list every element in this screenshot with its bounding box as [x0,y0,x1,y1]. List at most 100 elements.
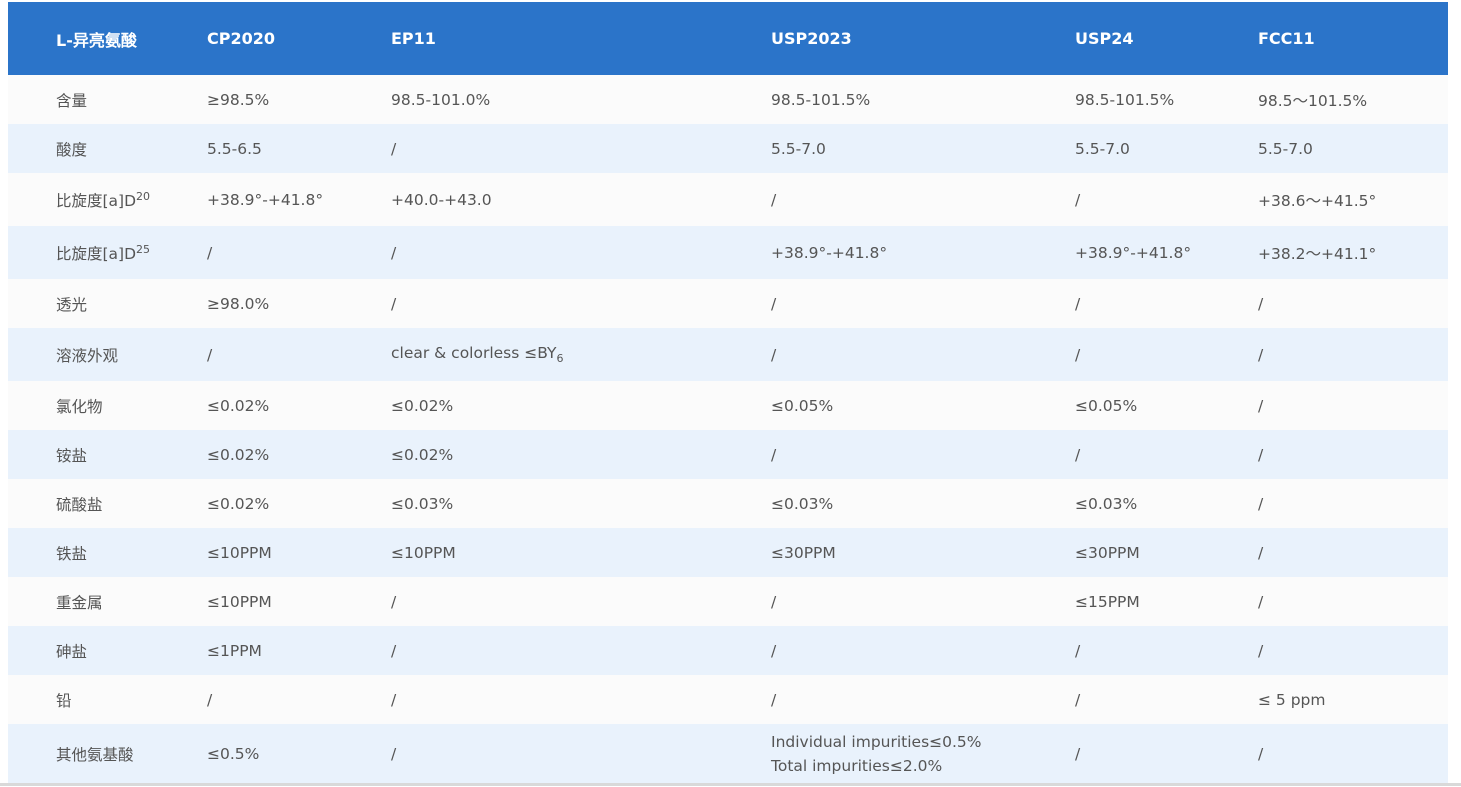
table-cell: ≤0.02% [391,445,454,464]
table-cell: / [1258,745,1264,763]
table-row: 溶液外观 / clear & colorless ≤BY6 / / / [8,328,1448,381]
table-cell: / [391,294,397,313]
table-cell: / [771,592,777,611]
table-row: 铵盐 ≤0.02% ≤0.02% / / / [8,430,1448,479]
table-cell: / [1075,690,1081,709]
table-cell: / [771,445,777,464]
table-cell: 5.5-7.0 [1258,139,1313,158]
header-cell: FCC11 [1258,29,1315,48]
header-cell: EP11 [391,29,436,48]
table-cell: / [391,139,397,158]
table-row: 砷盐 ≤1PPM / / / / [8,626,1448,675]
table-cell: ≤0.02% [391,396,454,415]
table-row: 含量 ≥98.5% 98.5-101.0% 98.5-101.5% 98.5-1… [8,75,1448,124]
table-cell: Individual impurities≤0.5% Total impurit… [771,724,1075,784]
table-cell: 5.5-7.0 [1075,139,1130,158]
table-cell: ≤0.05% [1075,396,1138,415]
table-cell: / [391,641,397,660]
table-cell: / [1258,543,1264,562]
table-cell: / [771,294,777,313]
table-row: 比旋度[a]D25 / / +38.9°-+41.8° +38.9°-+41.8… [8,226,1448,279]
table-cell: / [1075,445,1081,464]
table-cell: ≤30PPM [771,543,836,562]
row-label: 铵盐 [56,446,88,465]
cell-subscript: 6 [556,352,564,365]
row-label: 铁盐 [56,544,88,563]
row-label: 氯化物 [56,397,103,416]
row-label-superscript: 25 [136,242,151,256]
bottom-divider [0,783,1461,786]
table-cell: / [771,190,777,209]
table-cell: +38.6～+41.5° [1258,191,1377,210]
table-cell: ≤30PPM [1075,543,1140,562]
row-label: 硫酸盐 [56,495,103,514]
table-cell: ≤0.03% [771,494,834,513]
table-cell: / [1075,641,1081,660]
row-label-text: 比旋度[a]D [56,244,137,263]
row-label-text: 比旋度[a]D [56,191,137,210]
table-cell: ≥98.5% [207,90,270,109]
table-cell: 5.5-6.5 [207,139,262,158]
table-cell: / [1075,190,1081,209]
table-cell: / [391,690,397,709]
row-label: 酸度 [56,140,88,159]
table-cell: ≤0.03% [1075,494,1138,513]
table-cell: 98.5～101.5% [1258,91,1368,110]
table-cell: +38.9°-+41.8° [771,243,888,262]
table-row: 重金属 ≤10PPM / / ≤15PPM / [8,577,1448,626]
table-row: 氯化物 ≤0.02% ≤0.02% ≤0.05% ≤0.05% / [8,381,1448,430]
table-cell: / [1258,494,1264,513]
table-row: 铁盐 ≤10PPM ≤10PPM ≤30PPM ≤30PPM / [8,528,1448,577]
table-cell: +38.9°-+41.8° [1075,243,1192,262]
table-header-row: L-异亮氨酸 CP2020 EP11 USP2023 USP24 FCC11 [8,2,1448,75]
row-label: 其他氨基酸 [56,746,134,764]
table-cell: / [1258,445,1264,464]
cell-text: clear & colorless ≤BY [391,344,557,362]
header-cell: USP2023 [771,29,852,48]
table-cell: clear & colorless ≤BY6 [391,328,771,381]
table-cell: ≤15PPM [1075,592,1140,611]
table-cell: +38.9°-+41.8° [207,190,324,209]
table-cell: 5.5-7.0 [771,139,826,158]
table-cell: ≥98.0% [207,294,270,313]
table-cell: / [771,345,777,364]
table-cell: ≤0.03% [391,494,454,513]
table-cell: / [1258,345,1264,364]
table-cell: / [207,690,213,709]
table-row: 硫酸盐 ≤0.02% ≤0.03% ≤0.03% ≤0.03% / [8,479,1448,528]
table-cell: +38.2～+41.1° [1258,244,1377,263]
table-row: 酸度 5.5-6.5 / 5.5-7.0 5.5-7.0 5.5-7.0 [8,124,1448,173]
table-cell: ≤0.5% [207,745,260,763]
table-cell: / [391,745,397,763]
row-label: 比旋度[a]D20 [8,173,207,226]
table-cell: ≤0.05% [771,396,834,415]
table-cell: 98.5-101.5% [771,90,871,109]
table-cell: ≤0.02% [207,396,270,415]
table-cell: / [1075,345,1081,364]
spec-comparison-table: L-异亮氨酸 CP2020 EP11 USP2023 USP24 FCC11 含… [8,2,1448,784]
table-cell: / [1075,745,1081,763]
row-label-superscript: 20 [136,189,151,203]
table-cell: / [1258,641,1264,660]
table-cell: 98.5-101.5% [1075,90,1175,109]
table-row: 透光 ≥98.0% / / / / [8,279,1448,328]
table-row: 铅 / / / / ≤ 5 ppm [8,675,1448,724]
table-cell: / [771,641,777,660]
table-cell: / [1075,294,1081,313]
table-cell: / [1258,294,1264,313]
row-label: 溶液外观 [56,346,119,365]
table-cell: / [391,243,397,262]
table-cell: / [1258,396,1264,415]
table-cell: +40.0-+43.0 [391,190,492,209]
row-label: 比旋度[a]D25 [8,226,207,279]
table-cell: ≤10PPM [391,543,456,562]
table-cell: ≤0.02% [207,445,270,464]
header-cell: USP24 [1075,29,1134,48]
table-cell: / [1258,592,1264,611]
table-cell: ≤10PPM [207,543,272,562]
table-cell: / [207,243,213,262]
cell-line: Total impurities≤2.0% [771,757,943,775]
table-cell: / [771,690,777,709]
table-cell: ≤ 5 ppm [1258,690,1326,709]
spec-table-container: L-异亮氨酸 CP2020 EP11 USP2023 USP24 FCC11 含… [8,2,1448,784]
